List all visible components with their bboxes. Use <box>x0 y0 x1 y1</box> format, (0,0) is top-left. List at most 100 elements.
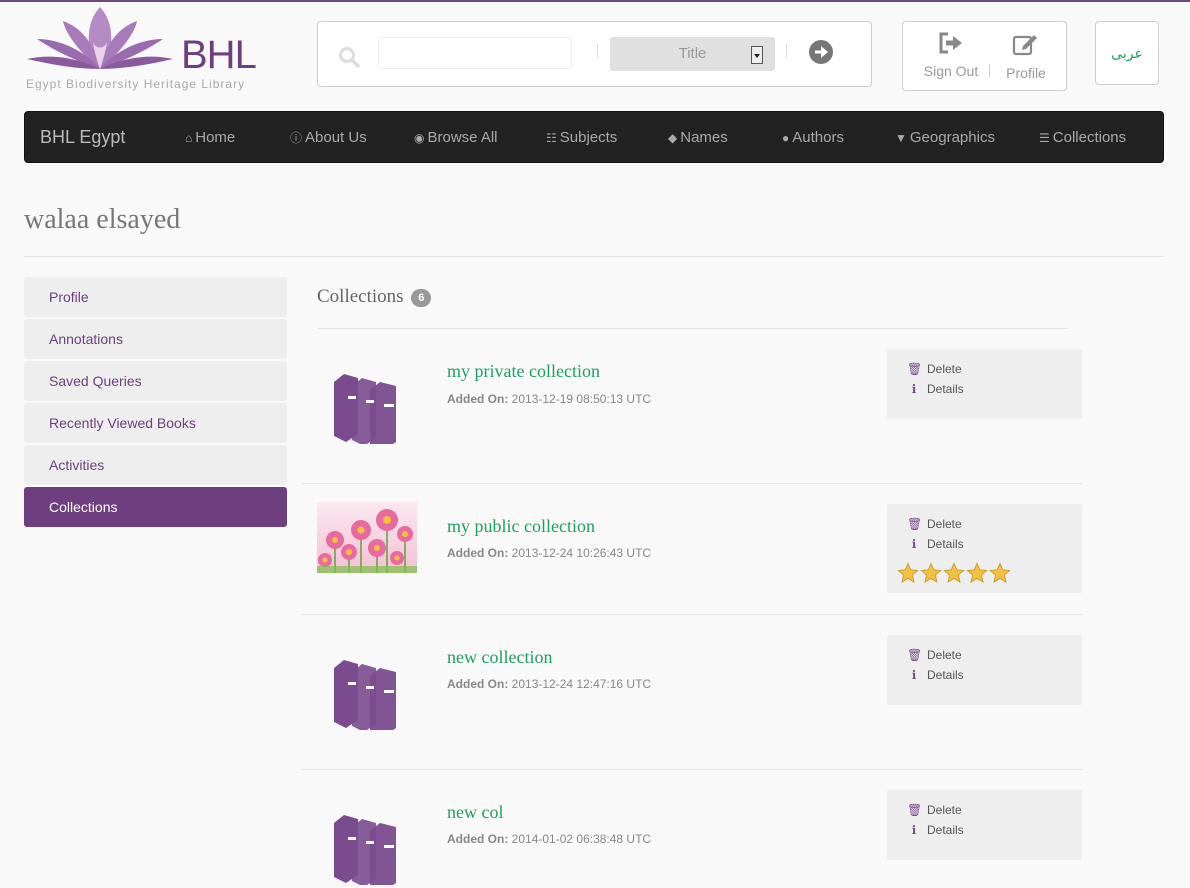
lotus-logo-icon <box>27 7 173 69</box>
divider <box>597 44 598 58</box>
globe-icon: ◉ <box>414 131 425 145</box>
sidebar-item-profile[interactable]: Profile <box>24 277 287 317</box>
collection-name-link[interactable]: my private collection <box>447 361 600 382</box>
added-on-value: 2013-12-24 10:26:43 UTC <box>511 546 652 560</box>
nav-item-label: Geographics <box>909 129 995 146</box>
trash-icon: 🗑 <box>907 362 923 376</box>
rating-stars[interactable] <box>897 562 1012 589</box>
star-icon[interactable] <box>897 562 919 584</box>
main-navbar: BHL Egypt ⌂ Home ⓘ About Us ◉ Browse All ☷ S… <box>24 111 1164 163</box>
sitemap-icon: ☷ <box>546 131 557 145</box>
details-button[interactable]: ℹ Details <box>907 537 964 551</box>
sign-out-icon <box>939 32 962 54</box>
details-button[interactable]: ℹ Details <box>907 668 964 682</box>
sidebar-item-saved-queries[interactable]: Saved Queries <box>24 361 287 401</box>
details-label: Details <box>927 382 964 396</box>
divider <box>989 64 990 77</box>
collections-heading-label: Collections <box>317 286 404 307</box>
added-on-label: Added On: <box>447 392 509 406</box>
details-button[interactable]: ℹ Details <box>907 382 964 396</box>
collection-added-on: Added On: 2013-12-24 12:47:16 UTC <box>447 677 651 691</box>
books-icon[interactable] <box>332 650 402 736</box>
delete-button[interactable]: 🗑 Delete <box>907 362 962 376</box>
language-toggle-button[interactable]: عربى <box>1095 21 1159 85</box>
details-label: Details <box>927 823 964 837</box>
collection-actions: 🗑 Delete ℹ Details <box>887 635 1082 705</box>
sidebar-item-annotations[interactable]: Annotations <box>24 319 287 359</box>
collections-count-badge: 6 <box>411 288 432 307</box>
star-icon[interactable] <box>920 562 942 584</box>
edit-icon <box>1012 35 1037 56</box>
nav-item-about-us[interactable]: ⓘ About Us <box>290 129 367 146</box>
search-scope-value: Title <box>678 45 707 62</box>
sidebar-item-collections[interactable]: Collections <box>24 487 287 527</box>
search-input[interactable] <box>378 37 572 69</box>
delete-button[interactable]: 🗑 Delete <box>907 648 962 662</box>
search-scope-select[interactable]: Title <box>610 37 775 71</box>
details-label: Details <box>927 668 964 682</box>
details-button[interactable]: ℹ Details <box>907 823 964 837</box>
nav-item-browse-all[interactable]: ◉ Browse All <box>414 129 498 146</box>
books-icon[interactable] <box>332 364 402 450</box>
delete-button[interactable]: 🗑 Delete <box>907 803 962 817</box>
page-title: walaa elsayed <box>24 204 181 235</box>
nav-item-subjects[interactable]: ☷ Subjects <box>546 129 617 146</box>
navbar-brand[interactable]: BHL Egypt <box>40 127 125 148</box>
delete-label: Delete <box>927 362 962 376</box>
collection-actions: 🗑 Delete ℹ Details <box>887 349 1082 419</box>
collection-actions: 🗑 Delete ℹ Details <box>887 504 1082 593</box>
nav-item-names[interactable]: ◆ Names <box>668 129 728 146</box>
nav-item-label: Browse All <box>427 129 498 146</box>
nav-item-label: Names <box>680 129 728 146</box>
collections-heading: Collections 6 <box>317 286 432 308</box>
collection-added-on: Added On: 2013-12-19 08:50:13 UTC <box>447 392 651 406</box>
sidebar-item-recently-viewed-books[interactable]: Recently Viewed Books <box>24 403 287 443</box>
nav-item-authors[interactable]: ● Authors <box>782 129 844 146</box>
star-icon[interactable] <box>966 562 988 584</box>
nav-item-collections[interactable]: ☰ Collections <box>1039 129 1126 146</box>
nav-item-label: Home <box>195 129 236 146</box>
details-label: Details <box>927 537 964 551</box>
info-icon: ℹ <box>911 668 917 682</box>
collection-name-link[interactable]: new collection <box>447 647 552 668</box>
info-icon: ℹ <box>911 823 917 837</box>
tags-icon: ◆ <box>668 131 678 145</box>
user-icon: ● <box>782 131 790 145</box>
nav-item-label: Collections <box>1052 129 1127 146</box>
info-icon: ℹ <box>911 537 917 551</box>
added-on-value: 2013-12-19 08:50:13 UTC <box>511 392 652 406</box>
collections-icon: ☰ <box>1039 131 1050 145</box>
collection-name-link[interactable]: my public collection <box>447 516 595 537</box>
search-submit-arrow-icon[interactable] <box>808 39 834 70</box>
user-menu: Sign Out Profile <box>902 21 1067 91</box>
divider <box>317 328 1068 329</box>
collection-name-link[interactable]: new col <box>447 802 503 823</box>
nav-item-geographics[interactable]: ▼ Geographics <box>895 129 995 146</box>
star-icon[interactable] <box>989 562 1011 584</box>
delete-label: Delete <box>927 803 962 817</box>
map-marker-icon: ▼ <box>895 131 907 145</box>
info-icon: ℹ <box>911 382 917 396</box>
star-icon[interactable] <box>943 562 965 584</box>
added-on-value: 2014-01-02 06:38:48 UTC <box>511 832 652 846</box>
delete-label: Delete <box>927 648 962 662</box>
bhl-logo[interactable]: BHL Egypt Biodiversity Heritage Library <box>25 3 265 93</box>
trash-icon: 🗑 <box>907 517 923 531</box>
nav-item-label: Authors <box>792 129 844 146</box>
collection-added-on: Added On: 2014-01-02 06:38:48 UTC <box>447 832 651 846</box>
nav-item-label: Subjects <box>559 129 618 146</box>
sidebar-item-activities[interactable]: Activities <box>24 445 287 485</box>
delete-button[interactable]: 🗑 Delete <box>907 517 962 531</box>
flowers-photo[interactable] <box>317 502 417 573</box>
nav-item-home[interactable]: ⌂ Home <box>185 129 235 146</box>
profile-button[interactable]: Profile <box>1001 32 1051 81</box>
info-icon: ⓘ <box>290 131 303 145</box>
collection-added-on: Added On: 2013-12-24 10:26:43 UTC <box>447 546 651 560</box>
profile-sidebar: Profile Annotations Saved Queries Recent… <box>24 277 287 529</box>
sign-out-button[interactable]: Sign Out <box>921 32 981 79</box>
divider <box>24 256 1164 257</box>
books-icon[interactable] <box>332 805 402 888</box>
divider <box>302 483 1082 484</box>
nav-item-label: About Us <box>305 129 367 146</box>
added-on-label: Added On: <box>447 832 509 846</box>
